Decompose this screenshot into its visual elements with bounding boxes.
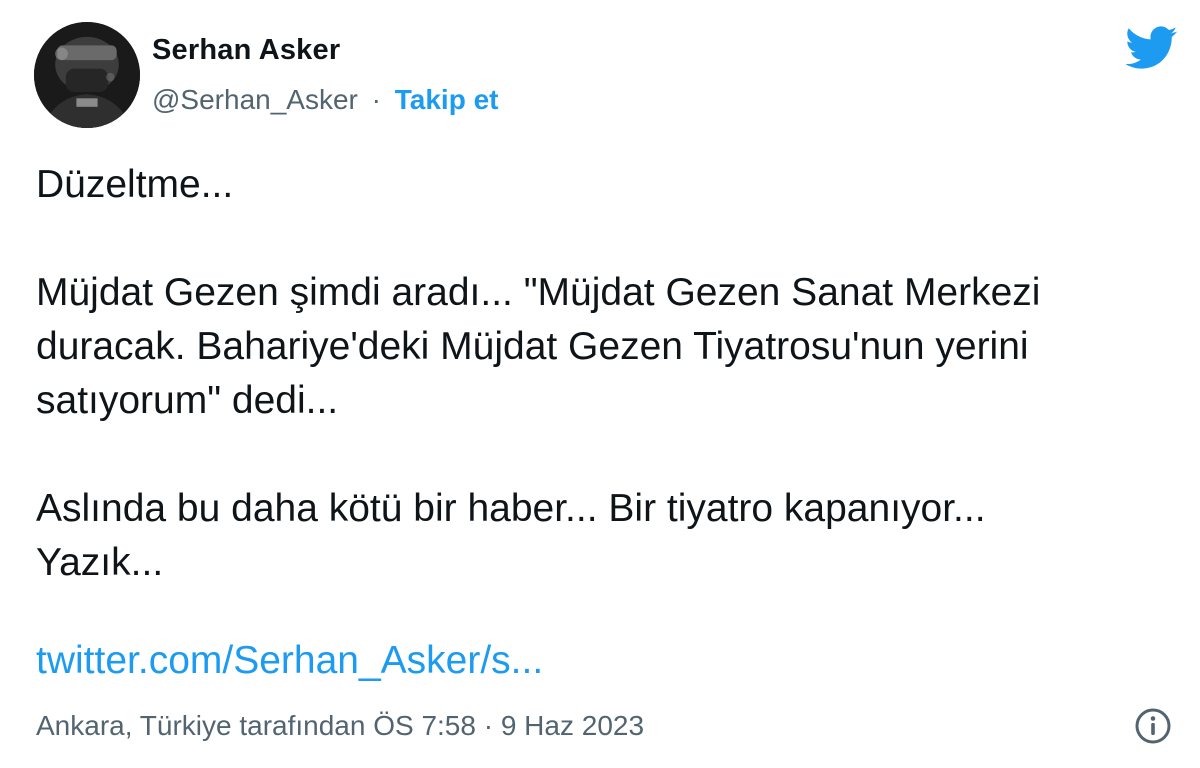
tweet-link[interactable]: twitter.com/Serhan_Asker/s...: [36, 634, 543, 688]
avatar[interactable]: [34, 22, 140, 128]
author-handle[interactable]: @Serhan_Asker: [152, 84, 358, 115]
follow-button[interactable]: Takip et: [395, 84, 499, 115]
tweet-line: duracak. Bahariye'deki Müjdat Gezen Tiya…: [36, 325, 1029, 368]
tweet-line: Aslında bu daha kötü bir haber... Bir ti…: [36, 487, 986, 530]
tweet-line: Yazık...: [36, 541, 164, 584]
tweet-embed: Serhan Asker @Serhan_Asker · Takip et Dü…: [0, 0, 1200, 768]
tweet-line: satıyorum" dedi...: [36, 379, 339, 422]
avatar-photo-icon: [34, 22, 140, 128]
tweet-text: Düzeltme... Müjdat Gezen şimdi aradı... …: [36, 158, 1176, 590]
tweet-line: Müjdat Gezen şimdi aradı... "Müjdat Geze…: [36, 271, 1041, 314]
tweet-meta-timestamp[interactable]: Ankara, Türkiye tarafından ÖS 7:58 · 9 H…: [36, 706, 644, 746]
twitter-bird-icon[interactable]: [1126, 26, 1178, 70]
tweet-line: Düzeltme...: [36, 163, 234, 206]
author-handle-row: @Serhan_Asker · Takip et: [152, 84, 498, 116]
info-icon[interactable]: [1133, 706, 1173, 746]
author-name[interactable]: Serhan Asker: [152, 34, 340, 67]
separator-dot: ·: [371, 84, 381, 115]
